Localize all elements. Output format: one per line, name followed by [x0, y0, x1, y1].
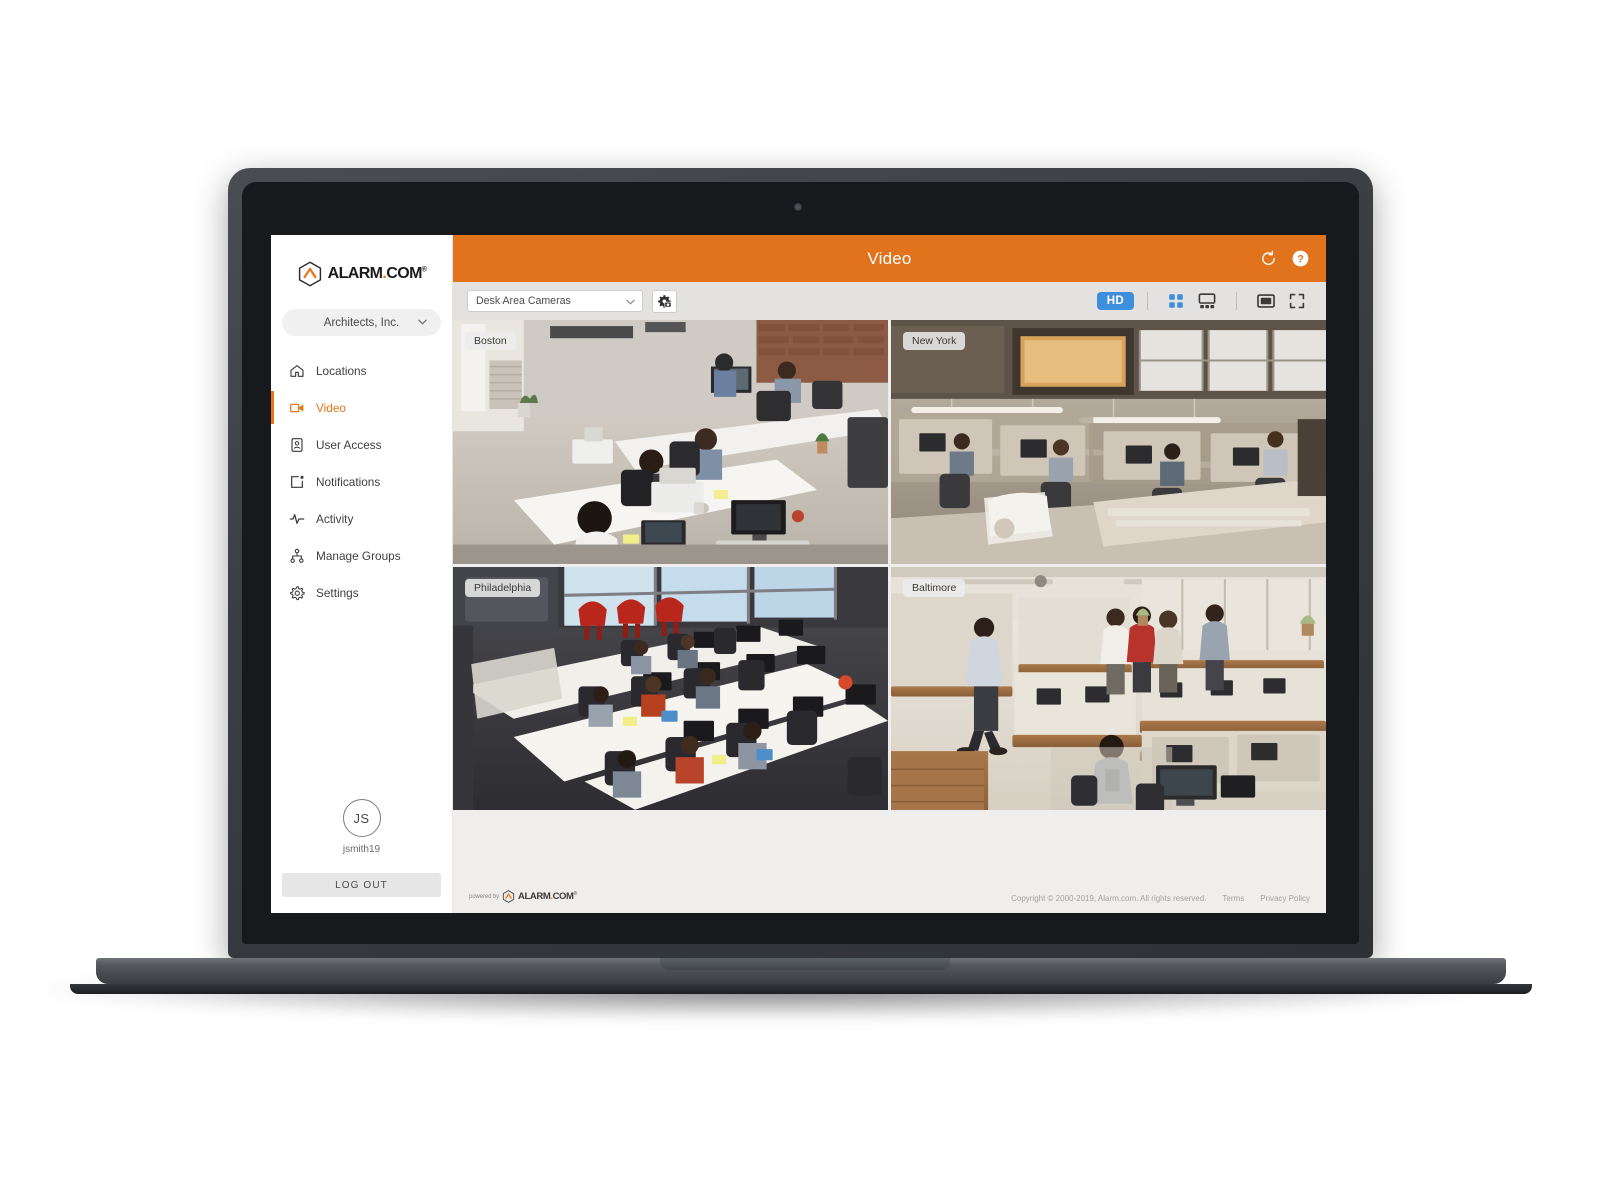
terms-link[interactable]: Terms: [1222, 894, 1244, 903]
video-camera-icon: [290, 403, 304, 412]
sidebar-item-label: Manage Groups: [316, 548, 401, 563]
laptop-base-lip: [660, 958, 950, 970]
avatar-initials: JS: [353, 810, 370, 826]
camera-group-select-value: Desk Area Cameras: [476, 295, 571, 307]
sidebar-item-user-access[interactable]: User Access: [271, 426, 452, 463]
camera-grid: Boston New York Philadelphia Baltimore: [453, 320, 1326, 810]
org-tree-icon: [290, 548, 304, 563]
refresh-icon[interactable]: [1260, 250, 1277, 267]
log-out-label: LOG OUT: [335, 879, 388, 891]
sidebar-item-locations[interactable]: Locations: [271, 352, 452, 389]
footer-wordmark: ALARM.COM®: [518, 890, 577, 903]
log-out-button[interactable]: LOG OUT: [282, 873, 441, 897]
toolbar-divider: [1147, 292, 1148, 310]
sidebar-item-video[interactable]: Video: [271, 389, 452, 426]
alarm-hexagon-logo-icon: [502, 890, 515, 903]
camera-feed-new-york: [891, 320, 1326, 564]
user-profile: JS jsmith19: [271, 799, 452, 863]
grid-four-view-icon[interactable]: [1168, 293, 1184, 309]
laptop-foot: [70, 984, 1532, 994]
camera-label: New York: [903, 332, 966, 350]
sidebar-item-notifications[interactable]: Notifications: [271, 463, 452, 500]
powered-by-label: powered by: [469, 893, 500, 900]
camera-grid-wrapper: Boston New York Philadelphia Baltimore: [453, 320, 1326, 863]
single-view-icon[interactable]: [1257, 294, 1275, 308]
sidebar-item-label: Notifications: [316, 474, 381, 489]
page-header: Video ?: [453, 235, 1326, 282]
video-toolbar: Desk Area Cameras HD: [453, 282, 1326, 320]
svg-text:?: ?: [1297, 253, 1304, 265]
home-icon: [290, 364, 304, 377]
sidebar: ALARM.COM® Architects, Inc. Locations Vi…: [271, 235, 453, 913]
camera-feed-baltimore: [891, 566, 1326, 810]
fullscreen-icon[interactable]: [1289, 293, 1305, 309]
avatar[interactable]: JS: [342, 799, 381, 837]
camera-feed-boston: [453, 320, 888, 564]
privacy-policy-link[interactable]: Privacy Policy: [1260, 894, 1310, 903]
camera-feed-philadelphia: [453, 566, 888, 810]
chevron-down-icon: [626, 299, 635, 305]
account-selector[interactable]: Architects, Inc.: [282, 309, 441, 336]
camera-label: Philadelphia: [465, 578, 541, 597]
app-screen: ALARM.COM® Architects, Inc. Locations Vi…: [271, 235, 1326, 913]
camera-settings-icon: [658, 294, 672, 308]
page-title: Video: [867, 248, 912, 268]
gear-icon: [290, 585, 305, 600]
id-badge-icon: [291, 437, 303, 452]
page-footer: powered by ALARM.COM® Copyright © 2000-2…: [453, 863, 1326, 913]
sidebar-item-activity[interactable]: Activity: [271, 500, 452, 537]
username-label: jsmith19: [342, 844, 381, 855]
copyright-text: Copyright © 2000-2019, Alarm.com. All ri…: [1011, 894, 1207, 903]
bell-alert-icon: [291, 475, 304, 488]
camera-tile[interactable]: Baltimore: [891, 566, 1326, 810]
sidebar-item-label: Settings: [316, 585, 359, 600]
camera-settings-button[interactable]: [652, 289, 677, 313]
camera-group-select[interactable]: Desk Area Cameras: [467, 290, 643, 312]
brand-logo: ALARM.COM®: [271, 235, 452, 305]
pulse-icon: [289, 513, 305, 524]
toolbar-right-controls: HD: [1096, 292, 1312, 310]
sidebar-item-label: Locations: [316, 363, 367, 378]
sidebar-item-settings[interactable]: Settings: [271, 574, 452, 611]
footer-brand: powered by ALARM.COM®: [469, 890, 577, 903]
camera-tile[interactable]: Philadelphia: [453, 566, 888, 810]
toolbar-divider: [1236, 292, 1237, 310]
sidebar-item-label: Video: [316, 400, 346, 415]
header-actions: ?: [1260, 249, 1326, 268]
camera-label: Baltimore: [903, 578, 966, 597]
camera-label: Boston: [465, 332, 516, 350]
webcam-icon: [794, 203, 802, 211]
chevron-down-icon: [418, 319, 427, 325]
footer-links: Copyright © 2000-2019, Alarm.com. All ri…: [1011, 894, 1310, 903]
sidebar-item-manage-groups[interactable]: Manage Groups: [271, 537, 452, 574]
screenshot-stage: ALARM.COM® Architects, Inc. Locations Vi…: [0, 0, 1600, 1200]
main-content: Video ? Desk Area Cameras HD Boston New …: [453, 235, 1326, 913]
camera-tile[interactable]: Boston: [453, 320, 888, 564]
camera-tile[interactable]: New York: [891, 320, 1326, 564]
hd-quality-badge[interactable]: HD: [1096, 292, 1134, 310]
sidebar-nav: Locations Video User Access Notification…: [271, 350, 452, 611]
brand-wordmark: ALARM.COM®: [327, 265, 427, 282]
help-circle-icon[interactable]: ?: [1291, 249, 1310, 268]
grid-one-plus-three-icon[interactable]: [1198, 293, 1216, 309]
alarm-hexagon-logo-icon: [298, 261, 321, 287]
account-selector-label: Architects, Inc.: [323, 316, 400, 329]
sidebar-item-label: Activity: [316, 511, 354, 526]
sidebar-item-label: User Access: [316, 437, 382, 452]
